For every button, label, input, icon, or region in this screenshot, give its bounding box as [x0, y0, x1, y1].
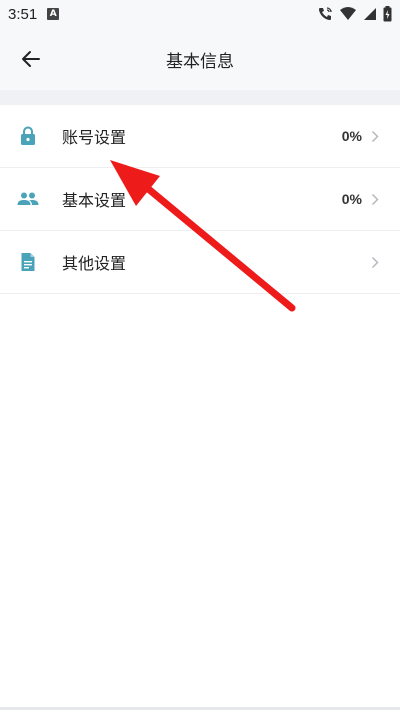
page-title: 基本信息: [166, 51, 234, 72]
document-icon: [17, 251, 39, 273]
arrow-left-icon: [22, 51, 40, 67]
settings-list: 账号设置 0% 基本设置 0% 其他设置: [0, 105, 400, 710]
list-item-other-settings[interactable]: 其他设置: [0, 231, 400, 294]
a-icon: A: [47, 8, 60, 20]
battery-charging-icon: [383, 6, 392, 22]
people-icon: [17, 188, 39, 210]
status-bar: 3:51 A: [0, 0, 400, 28]
app-bar: 基本信息: [0, 28, 400, 90]
status-time: 3:51: [8, 5, 38, 23]
call-icon: [319, 7, 332, 20]
progress-value: 0%: [341, 128, 362, 144]
lock-icon: [17, 125, 39, 147]
list-item-label: 基本设置: [62, 191, 127, 210]
progress-value: 0%: [341, 191, 362, 207]
chevron-right-icon: [370, 255, 380, 269]
signal-icon: [364, 8, 376, 20]
chevron-right-icon: [370, 129, 380, 143]
list-item-label: 其他设置: [62, 254, 127, 273]
back-button[interactable]: [16, 44, 46, 74]
list-item-label: 账号设置: [62, 128, 127, 147]
status-icons: [317, 6, 392, 22]
section-divider: [0, 90, 400, 105]
list-item-account-settings[interactable]: 账号设置 0%: [0, 105, 400, 168]
wifi-icon: [340, 7, 356, 20]
chevron-right-icon: [370, 192, 380, 206]
list-item-basic-settings[interactable]: 基本设置 0%: [0, 168, 400, 231]
